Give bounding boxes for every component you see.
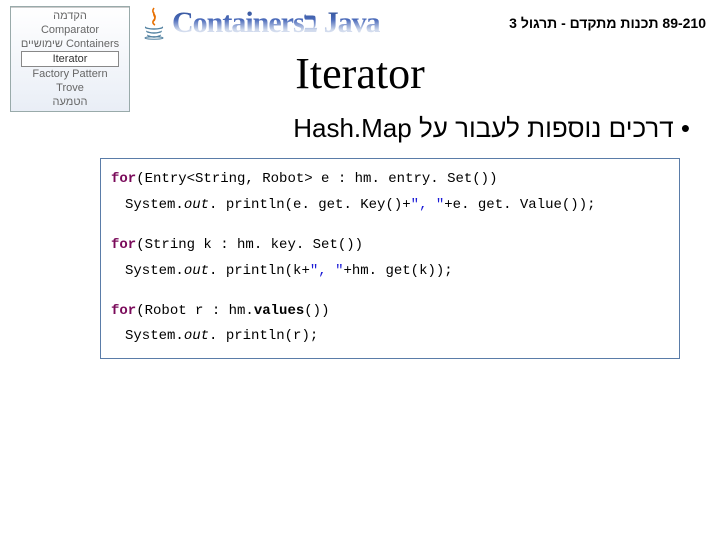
code-frag: System. [125,197,184,213]
code-frag: +hm. get(k)); [343,263,452,279]
code-frag: System. [125,328,184,344]
kw-for-3: for [111,303,136,319]
code-values: values [254,303,304,319]
nav-panel: הקדמה Comparator שימושיים Containers Ite… [10,6,130,112]
java-logo-icon [140,6,168,40]
bullet-hebrew: דרכים נוספות לעבור על [419,113,674,143]
code-frag: (Robot r : hm. [136,303,254,319]
nav-item-containers[interactable]: שימושיים Containers [15,37,125,51]
code-frag: . println(r); [209,328,318,344]
bullet-text: • דרכים נוספות לעבור על Hash.Map [0,113,720,144]
code-frag: (String k : hm. key. Set()) [136,237,363,253]
course-label: 89-210 תכנות מתקדם - תרגול 3 [509,15,706,31]
code-frag: (Entry<String, Robot> e : hm. entry. Set… [136,171,497,187]
code-line-2: for(String k : hm. key. Set()) System.ou… [111,233,669,285]
nav-item-iterator[interactable]: Iterator [21,51,119,67]
code-frag: +e. get. Value()); [444,197,595,213]
header-wordart: Containersב Java [172,6,380,40]
code-line-3: for(Robot r : hm.values()) System.out. p… [111,299,669,351]
code-line-1: for(Entry<String, Robot> e : hm. entry. … [111,167,669,219]
logo-title-group: Containersב Java [140,6,380,40]
nav-item-factory[interactable]: Factory Pattern [15,67,125,81]
nav-item-assimilation[interactable]: הטמעה [15,95,125,109]
code-str-1: ", " [411,197,445,213]
code-out-3: out [184,328,209,344]
nav-item-intro[interactable]: הקדמה [15,9,125,23]
nav-item-comparator[interactable]: Comparator [15,23,125,37]
bullet-latin: Hash.Map [293,113,412,143]
nav-item-trove[interactable]: Trove [15,81,125,95]
code-frag: . println(k+ [209,263,310,279]
code-frag: ()) [304,303,329,319]
kw-for-2: for [111,237,136,253]
code-out-1: out [184,197,209,213]
kw-for-1: for [111,171,136,187]
code-out-2: out [184,263,209,279]
code-str-2: ", " [310,263,344,279]
code-block: for(Entry<String, Robot> e : hm. entry. … [100,158,680,359]
code-frag: . println(e. get. Key()+ [209,197,411,213]
code-frag: System. [125,263,184,279]
